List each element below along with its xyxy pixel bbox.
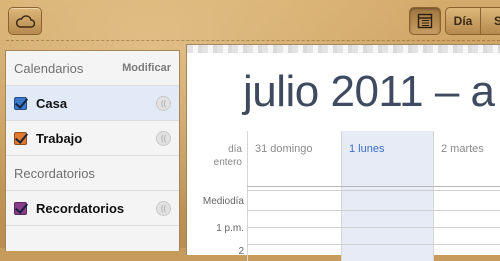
day-header-tuesday[interactable]: 2 martes bbox=[441, 143, 484, 155]
calendar-list-button[interactable] bbox=[409, 7, 441, 35]
column-divider bbox=[433, 131, 434, 261]
calendar-list-icon bbox=[417, 13, 433, 29]
cloud-button[interactable] bbox=[8, 7, 42, 35]
all-day-separator bbox=[247, 186, 500, 187]
column-divider bbox=[247, 131, 248, 261]
column-divider bbox=[341, 131, 342, 261]
checkbox-trabajo[interactable] bbox=[14, 131, 27, 145]
stitching bbox=[6, 40, 500, 41]
view-segmented-control: Día S bbox=[445, 7, 500, 35]
reminders-header: Recordatorios bbox=[6, 156, 179, 191]
calendar-item-casa[interactable]: Casa (( bbox=[6, 86, 179, 121]
all-day-label: día entero bbox=[213, 144, 242, 168]
modify-button[interactable]: Modificar bbox=[122, 62, 171, 74]
day-header-sunday[interactable]: 31 domingo bbox=[255, 143, 313, 155]
hour-line bbox=[247, 190, 500, 191]
reminder-list-item[interactable]: Recordatorios (( bbox=[6, 191, 179, 226]
tab-week[interactable]: S bbox=[481, 8, 500, 34]
share-icon[interactable]: (( bbox=[156, 95, 171, 111]
calendar-item-label: Trabajo bbox=[36, 130, 83, 146]
calendar-item-trabajo[interactable]: Trabajo (( bbox=[6, 121, 179, 156]
hour-line bbox=[247, 210, 500, 211]
calendars-header: Calendarios Modificar bbox=[6, 51, 179, 86]
hour-line bbox=[247, 244, 500, 245]
calendar-item-label: Casa bbox=[36, 95, 68, 111]
hour-line bbox=[247, 227, 500, 228]
reminder-list-label: Recordatorios bbox=[36, 200, 125, 216]
hour-label-1pm: 1 p.m. bbox=[216, 223, 244, 234]
reminders-header-label: Recordatorios bbox=[14, 165, 95, 181]
tab-day[interactable]: Día bbox=[446, 8, 481, 34]
share-icon[interactable]: (( bbox=[156, 130, 171, 146]
calendars-sidebar: Calendarios Modificar Casa (( Trabajo ((… bbox=[5, 50, 180, 251]
month-title: julio 2011 – a bbox=[243, 67, 495, 116]
cloud-icon bbox=[16, 15, 35, 28]
torn-paper-edge bbox=[187, 45, 500, 53]
share-icon[interactable]: (( bbox=[156, 200, 171, 216]
hour-label-noon: Mediodía bbox=[202, 196, 244, 207]
checkbox-casa[interactable] bbox=[14, 96, 27, 110]
checkbox-recordatorios[interactable] bbox=[14, 201, 27, 215]
calendar-page: julio 2011 – a día entero 31 domingo 1 l… bbox=[186, 44, 500, 261]
day-header-monday[interactable]: 1 lunes bbox=[349, 143, 384, 155]
calendars-header-label: Calendarios bbox=[14, 60, 84, 76]
